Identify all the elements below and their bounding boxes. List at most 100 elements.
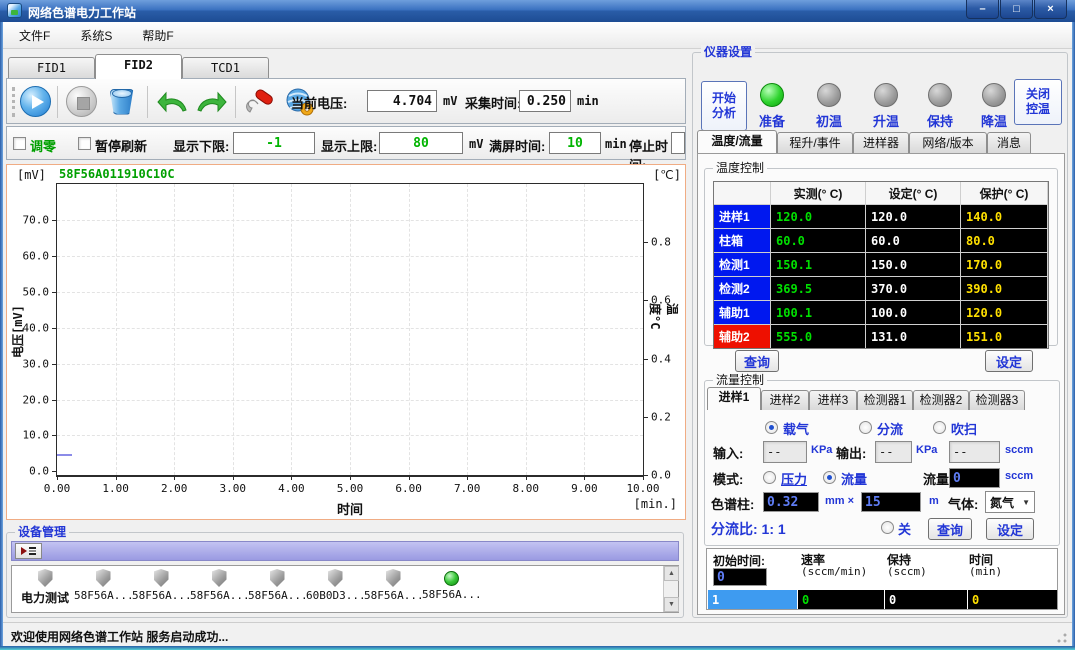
split-off-radio[interactable] — [881, 521, 894, 534]
maximize-button[interactable]: □ — [1000, 0, 1033, 19]
tickmark-x — [174, 475, 175, 480]
toolbar-grip[interactable] — [12, 87, 15, 117]
menu-file[interactable]: 文件F — [19, 27, 50, 44]
temp-protect[interactable]: 390.0 — [961, 277, 1047, 300]
temp-set-button[interactable]: 设定 — [985, 350, 1033, 372]
tab-fid1[interactable]: FID1 — [8, 57, 95, 79]
scroll-up-icon[interactable]: ▲ — [664, 566, 679, 581]
temp-protect[interactable]: 151.0 — [961, 325, 1047, 348]
flow-mode-radio[interactable] — [823, 471, 836, 484]
toolbar-separator — [235, 86, 236, 118]
tickmark-yr — [643, 475, 648, 476]
temp-query-button[interactable]: 查询 — [735, 350, 779, 372]
device-list-button[interactable] — [15, 543, 42, 559]
device-item[interactable]: 58F56A... — [422, 569, 480, 601]
start-analysis-button[interactable]: 开始 分析 — [701, 81, 747, 131]
temp-row-label[interactable]: 检测2 — [714, 277, 770, 300]
tab-network-version[interactable]: 网络/版本 — [909, 132, 987, 153]
temp-protect[interactable]: 80.0 — [961, 229, 1047, 252]
split-radio[interactable] — [859, 421, 872, 434]
tab-messages[interactable]: 消息 — [987, 132, 1031, 153]
temp-protect[interactable]: 140.0 — [961, 205, 1047, 228]
input-pressure-field[interactable]: -- — [763, 441, 807, 463]
voltage-value-field[interactable]: 4.704 — [367, 90, 437, 112]
ramp-row-hold[interactable]: 0 — [885, 590, 967, 609]
stop-icon[interactable] — [65, 85, 98, 118]
menu-system[interactable]: 系统S — [80, 27, 112, 44]
temp-set[interactable]: 100.0 — [866, 301, 960, 324]
temp-set[interactable]: 131.0 — [866, 325, 960, 348]
flow-tab-det3[interactable]: 检测器3 — [969, 390, 1025, 410]
flow-tab-inj3[interactable]: 进样3 — [809, 390, 857, 410]
column-length-field[interactable]: 15 — [861, 492, 921, 512]
temp-row-label-alarm[interactable]: 辅助2 — [714, 325, 770, 348]
scroll-down-icon[interactable]: ▼ — [664, 597, 679, 612]
device-item[interactable]: 58F56A... — [74, 569, 132, 602]
flow-tab-det2[interactable]: 检测器2 — [913, 390, 969, 410]
temp-row-label[interactable]: 辅助1 — [714, 301, 770, 324]
temp-protect[interactable]: 120.0 — [961, 301, 1047, 324]
column-diameter-field[interactable]: 0.32 — [763, 492, 819, 512]
ramp-row-rate[interactable]: 0 — [798, 590, 884, 609]
close-temp-control-button[interactable]: 关闭 控温 — [1014, 79, 1062, 125]
device-list-scrollbar[interactable]: ▲ ▼ — [663, 566, 678, 612]
temp-row-label[interactable]: 检测1 — [714, 253, 770, 276]
tab-fid2[interactable]: FID2 — [95, 54, 182, 79]
pressure-mode-radio[interactable] — [763, 471, 776, 484]
purge-radio[interactable] — [933, 421, 946, 434]
wrench-icon[interactable] — [243, 85, 276, 118]
carrier-gas-radio[interactable] — [765, 421, 778, 434]
tab-temp-flow[interactable]: 温度/流量 — [697, 130, 777, 153]
device-item[interactable]: 58F56A... — [364, 569, 422, 602]
temp-row-label[interactable]: 进样1 — [714, 205, 770, 228]
flow-tab-det1[interactable]: 检测器1 — [857, 390, 913, 410]
plot-area[interactable]: 0.001.002.003.004.005.006.007.008.009.00… — [56, 183, 644, 477]
lower-limit-field[interactable]: -1 — [233, 132, 315, 154]
gas-dropdown[interactable]: 氮气 ▼ — [985, 491, 1035, 513]
flow-set-field[interactable]: 0 — [949, 468, 1000, 488]
flow-tab-inj2[interactable]: 进样2 — [761, 390, 809, 410]
close-button[interactable]: × — [1034, 0, 1067, 19]
temp-set[interactable]: 370.0 — [866, 277, 960, 300]
initial-time-field[interactable]: 0 — [713, 568, 767, 586]
device-item[interactable]: 58F56A... — [248, 569, 306, 602]
stop-time-field[interactable] — [671, 132, 685, 154]
fullscreen-time-field[interactable]: 10 — [549, 132, 601, 154]
flow-set-button[interactable]: 设定 — [986, 518, 1034, 540]
flow-tab-inj1[interactable]: 进样1 — [707, 387, 761, 410]
title-bar[interactable]: 网络色谱电力工作站 – □ × — [0, 0, 1075, 22]
device-item[interactable]: 58F56A... — [132, 569, 190, 602]
bucket-icon[interactable] — [105, 85, 138, 118]
temp-set[interactable]: 120.0 — [866, 205, 960, 228]
tab-injector[interactable]: 进样器 — [853, 132, 909, 153]
menu-help[interactable]: 帮助F — [142, 27, 173, 44]
output-pressure-field[interactable]: -- — [875, 441, 912, 463]
device-item[interactable]: 60B0D3... — [306, 569, 364, 602]
temp-set[interactable]: 60.0 — [866, 229, 960, 252]
device-item[interactable]: 电力测试 — [16, 569, 74, 606]
input-unit: KPa — [811, 444, 832, 456]
tab-program-events[interactable]: 程升/事件 — [777, 132, 853, 153]
upper-limit-field[interactable]: 80 — [379, 132, 463, 154]
flow-measure-field[interactable]: -- — [949, 441, 1000, 463]
ramp-row-index[interactable]: 1 — [708, 590, 797, 609]
ramp-row-time[interactable]: 0 — [968, 590, 1057, 609]
tab-tcd1[interactable]: TCD1 — [182, 57, 269, 79]
temp-actual: 150.1 — [771, 253, 865, 276]
temp-protect[interactable]: 170.0 — [961, 253, 1047, 276]
resize-grip[interactable] — [1057, 633, 1067, 643]
device-item[interactable]: 58F56A... — [190, 569, 248, 602]
acq-time-field[interactable]: 0.250 — [519, 90, 571, 112]
gridh — [57, 435, 643, 436]
temp-set[interactable]: 150.0 — [866, 253, 960, 276]
pause-refresh-checkbox[interactable] — [78, 137, 91, 150]
redo-arrow-icon[interactable] — [195, 85, 228, 118]
led-ready — [760, 83, 784, 107]
minimize-button[interactable]: – — [966, 0, 999, 19]
zero-checkbox[interactable] — [13, 137, 26, 150]
led-ramp-up — [874, 83, 898, 107]
undo-arrow-icon[interactable] — [155, 85, 188, 118]
flow-query-button[interactable]: 查询 — [928, 518, 972, 540]
temp-row-label[interactable]: 柱箱 — [714, 229, 770, 252]
play-icon[interactable] — [19, 85, 52, 118]
